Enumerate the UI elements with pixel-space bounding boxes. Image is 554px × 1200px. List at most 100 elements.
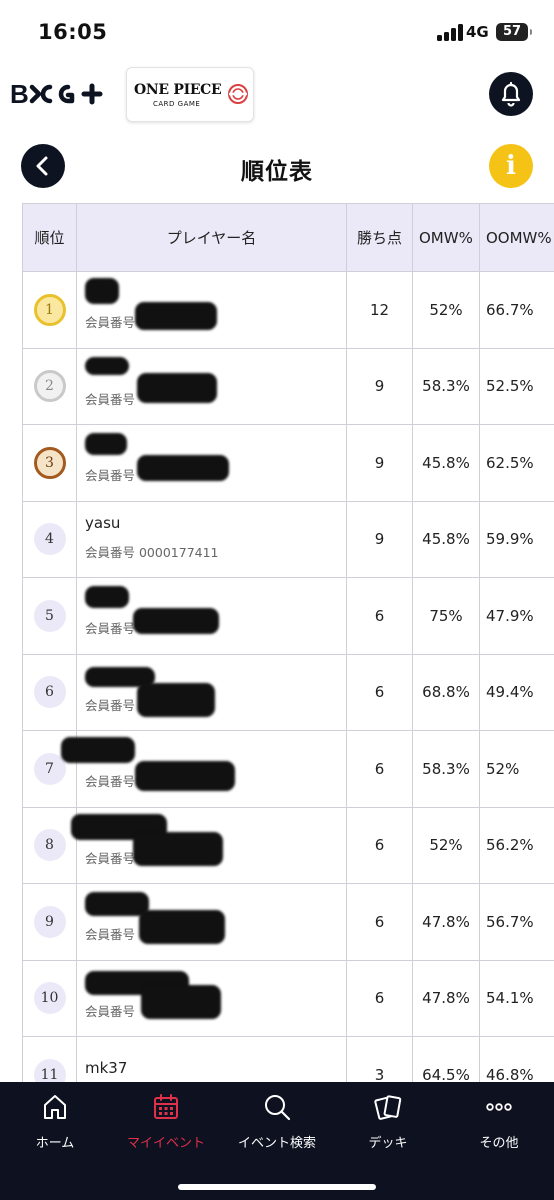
- points-cell: 9: [346, 347, 413, 425]
- battery-icon: 57: [496, 23, 532, 41]
- op-logo-mark-icon: [228, 84, 248, 104]
- player-cell[interactable]: 会員番号: [76, 959, 347, 1037]
- player-cell[interactable]: 会員番号: [76, 424, 347, 502]
- redaction-mark: [85, 586, 129, 608]
- redaction-mark: [137, 455, 229, 481]
- op-logo-subtitle: CARD GAME: [153, 100, 201, 108]
- table-row[interactable]: 10 会員番号 6 47.8% 54.1%: [22, 959, 554, 1037]
- rank-badge: 5: [33, 599, 66, 632]
- points-cell: 6: [346, 653, 413, 731]
- table-row[interactable]: 3 会員番号 9 45.8% 62.5%: [22, 424, 554, 502]
- omw-cell: 75%: [412, 577, 480, 655]
- table-row[interactable]: 2 会員番号 9 58.3% 52.5%: [22, 347, 554, 425]
- table-row[interactable]: 11 mk37 3 64.5% 46.8%: [22, 1036, 554, 1083]
- player-name: yasu: [85, 513, 121, 532]
- nav-my-events[interactable]: マイイベント: [111, 1092, 221, 1151]
- player-cell[interactable]: yasu 会員番号 0000177411: [76, 500, 347, 578]
- redaction-mark: [135, 761, 235, 791]
- nav-deck[interactable]: デッキ: [333, 1092, 443, 1151]
- info-button[interactable]: i: [489, 144, 533, 188]
- rank-badge: 4: [33, 523, 66, 556]
- nav-event-search[interactable]: イベント検索: [222, 1092, 332, 1151]
- rank-cell: 3: [22, 424, 77, 502]
- player-cell[interactable]: 会員番号: [76, 577, 347, 655]
- rank-cell: 1: [22, 271, 77, 349]
- table-row[interactable]: 8 会員番号 6 52% 56.2%: [22, 806, 554, 884]
- rank-cell: 5: [22, 577, 77, 655]
- player-name: mk37: [85, 1058, 128, 1077]
- table-row[interactable]: 4 yasu 会員番号 0000177411 9 45.8% 59.9%: [22, 500, 554, 578]
- table-row[interactable]: 7 会員番号 6 58.3% 52%: [22, 730, 554, 808]
- redaction-mark: [137, 682, 215, 717]
- redaction-mark: [133, 831, 223, 866]
- table-row[interactable]: 1 会員番号 12 52% 66.7%: [22, 271, 554, 349]
- redaction-mark: [85, 892, 149, 916]
- player-cell[interactable]: mk37: [76, 1036, 347, 1083]
- omw-cell: 52%: [412, 271, 480, 349]
- rank-badge: 2: [33, 370, 66, 403]
- member-number: 会員番号 0000177411: [85, 544, 219, 560]
- rank-cell: 4: [22, 500, 77, 578]
- rank-badge: 10: [33, 982, 66, 1015]
- redaction-mark: [141, 984, 221, 1019]
- home-icon: [44, 1095, 66, 1119]
- oomw-cell: 56.7%: [479, 883, 554, 961]
- player-cell[interactable]: 会員番号: [71, 806, 347, 884]
- oomw-cell: 66.7%: [479, 271, 554, 349]
- search-icon: [265, 1095, 291, 1121]
- header-player-name: プレイヤー名: [76, 203, 347, 272]
- player-name: [85, 284, 346, 304]
- player-cell[interactable]: 会員番号: [61, 730, 347, 808]
- rank-badge: 9: [33, 905, 66, 938]
- nav-home[interactable]: ホーム: [0, 1092, 110, 1151]
- omw-cell: 68.8%: [412, 653, 480, 731]
- bell-icon: [501, 81, 521, 107]
- one-piece-card-game-logo[interactable]: ONE PIECE CARD GAME: [126, 67, 254, 122]
- player-cell[interactable]: 会員番号: [76, 271, 347, 349]
- rank-badge: 6: [33, 676, 66, 709]
- notifications-button[interactable]: [489, 72, 533, 116]
- more-icon: [486, 1103, 512, 1111]
- header-points: 勝ち点: [346, 203, 413, 272]
- player-cell[interactable]: 会員番号: [76, 653, 347, 731]
- title-row: 順位表 i: [0, 140, 554, 194]
- rank-badge: 3: [33, 446, 66, 479]
- oomw-cell: 52.5%: [479, 347, 554, 425]
- redaction-mark: [137, 372, 217, 403]
- home-indicator: [178, 1184, 376, 1190]
- rank-cell: 9: [22, 883, 77, 961]
- redaction-mark: [135, 302, 217, 330]
- nav-my-events-label: マイイベント: [126, 1136, 205, 1151]
- player-cell[interactable]: 会員番号: [76, 883, 347, 961]
- points-cell: 3: [346, 1036, 413, 1083]
- rank-badge: 7: [33, 752, 66, 785]
- redaction-mark: [85, 278, 119, 304]
- nav-event-search-label: イベント検索: [237, 1136, 316, 1151]
- oomw-cell: 54.1%: [479, 959, 554, 1037]
- rank-badge: 11: [33, 1058, 66, 1083]
- calendar-icon: [154, 1094, 178, 1119]
- op-logo-title: ONE PIECE: [134, 82, 222, 98]
- player-cell[interactable]: 会員番号: [76, 347, 347, 425]
- redaction-mark: [133, 608, 219, 634]
- points-cell: 9: [346, 500, 413, 578]
- omw-cell: 45.8%: [412, 500, 480, 578]
- header-oomw: OOMW%: [479, 203, 554, 272]
- oomw-cell: 49.4%: [479, 653, 554, 731]
- table-row[interactable]: 5 会員番号 6 75% 47.9%: [22, 577, 554, 655]
- nav-other[interactable]: その他: [444, 1092, 554, 1151]
- bcg-logo-letter: B: [10, 79, 29, 108]
- app-header: B ONE PIECE CARD GAME: [0, 62, 554, 130]
- standings-table[interactable]: 順位 プレイヤー名 勝ち点 OMW% OOMW% 1 会員番号 12 52% 66.7%…: [22, 203, 554, 1083]
- table-row[interactable]: 9 会員番号 6 47.8% 56.7%: [22, 883, 554, 961]
- table-row[interactable]: 6 会員番号 6 68.8% 49.4%: [22, 653, 554, 731]
- omw-cell: 58.3%: [412, 730, 480, 808]
- points-cell: 6: [346, 577, 413, 655]
- omw-cell: 45.8%: [412, 424, 480, 502]
- bushiroad-logo[interactable]: B: [10, 78, 106, 108]
- points-cell: 12: [346, 271, 413, 349]
- table-header-row: 順位 プレイヤー名 勝ち点 OMW% OOMW%: [22, 203, 554, 272]
- status-bar: 16:05 4G 57: [0, 0, 554, 62]
- omw-cell: 64.5%: [412, 1036, 480, 1083]
- member-number: 会員番号: [85, 697, 136, 713]
